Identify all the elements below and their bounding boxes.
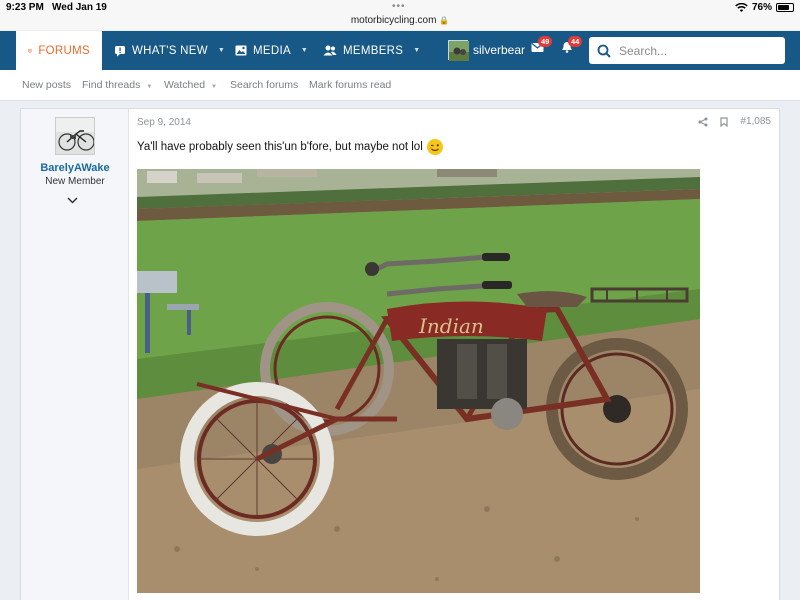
username-label: silverbear	[473, 43, 526, 57]
winking-face-icon	[426, 139, 443, 155]
battery-percent: 76%	[751, 2, 772, 13]
chevron-down-icon[interactable]: ▼	[301, 47, 308, 54]
search-icon	[597, 44, 611, 58]
post-actions: #1,085	[698, 116, 771, 127]
url-text: motorbicycling.com	[350, 15, 437, 26]
sub-nav: New posts Find threads ▼ Watched ▼ Search …	[0, 70, 800, 101]
post-body: Ya'll have probably seen this'un b'fore,…	[137, 139, 443, 155]
alerts-badge: 44	[568, 36, 583, 47]
status-date: Wed Jan 19	[52, 2, 107, 13]
post-text: Ya'll have probably seen this'un b'fore,…	[137, 141, 423, 153]
status-time: 9:23 PM	[6, 2, 44, 13]
subnav-search-forums[interactable]: Search forums	[230, 79, 298, 91]
user-avatar-small	[448, 40, 469, 61]
account-link[interactable]: silverbear	[448, 40, 526, 61]
inbox-button[interactable]: 49	[531, 36, 553, 56]
chevron-down-icon[interactable]: ▼	[211, 84, 217, 90]
chevron-down-icon[interactable]: ▼	[413, 47, 420, 54]
chevron-down-icon[interactable]: ▼	[218, 47, 225, 54]
bookmark-icon[interactable]	[720, 116, 729, 127]
subnav-find-threads[interactable]: Find threads ▼	[82, 79, 152, 91]
tab-whats-new[interactable]: WHAT'S NEW ▼	[114, 31, 225, 70]
main-nav: FORUMS WHAT'S NEW ▼ MEDIA ▼ MEMBERS ▼ si…	[0, 31, 800, 70]
whats-new-icon	[115, 45, 125, 56]
multitasking-dots-icon[interactable]: •••	[392, 1, 406, 12]
forums-icon	[28, 48, 33, 53]
subnav-find-threads-label: Find threads	[82, 79, 141, 91]
motorcycle-photo: Indian	[137, 169, 700, 593]
subnav-watched-label: Watched	[164, 79, 206, 91]
author-avatar[interactable]	[55, 117, 95, 155]
subnav-mark-read[interactable]: Mark forums read	[309, 79, 391, 91]
members-icon	[323, 45, 337, 56]
address-url[interactable]: motorbicycling.com 🔒	[0, 15, 800, 26]
chevron-down-icon[interactable]: ▼	[146, 84, 152, 90]
tab-forums-label: FORUMS	[38, 44, 90, 57]
search-input[interactable]	[619, 43, 769, 58]
wifi-icon	[735, 2, 748, 12]
forum-post: BarelyAWake New Member Sep 9, 2014 #1,08…	[20, 108, 780, 600]
chevron-down-icon[interactable]	[67, 195, 78, 207]
ios-status-bar: 9:23 PM Wed Jan 19 ••• motorbicycling.co…	[0, 0, 800, 30]
battery-icon	[776, 3, 794, 12]
post-image-attachment[interactable]: Indian	[137, 169, 700, 593]
tab-media-label: MEDIA	[253, 44, 291, 57]
author-title: New Member	[45, 176, 105, 187]
inbox-badge: 49	[538, 36, 553, 47]
author-username[interactable]: BarelyAWake	[21, 162, 129, 174]
post-author-panel: BarelyAWake New Member	[21, 109, 129, 600]
tab-forums[interactable]: FORUMS	[16, 31, 102, 70]
search-field[interactable]	[589, 37, 785, 64]
tab-media[interactable]: MEDIA ▼	[235, 31, 308, 70]
subnav-new-posts[interactable]: New posts	[22, 79, 71, 91]
post-number[interactable]: #1,085	[740, 116, 771, 127]
status-right: 76%	[735, 2, 794, 13]
lock-icon: 🔒	[439, 16, 450, 25]
subnav-watched[interactable]: Watched ▼	[164, 79, 217, 91]
share-icon[interactable]	[698, 117, 708, 127]
tab-members[interactable]: MEMBERS ▼	[323, 31, 420, 70]
tab-whats-new-label: WHAT'S NEW	[132, 44, 208, 57]
post-date[interactable]: Sep 9, 2014	[137, 117, 191, 128]
tab-members-label: MEMBERS	[343, 44, 404, 57]
svg-text:Indian: Indian	[418, 314, 484, 338]
media-icon	[235, 45, 247, 56]
alerts-button[interactable]: 44	[561, 36, 583, 56]
